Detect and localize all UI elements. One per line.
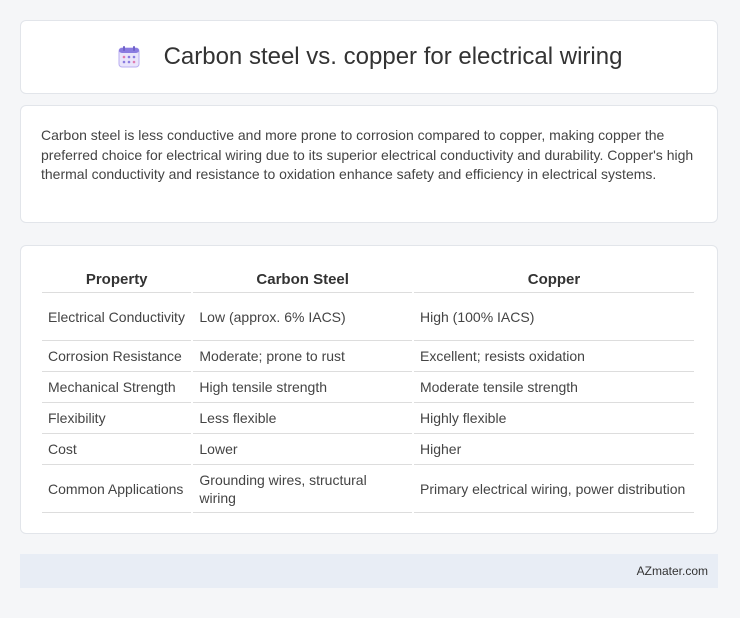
header-property: Property bbox=[42, 264, 192, 293]
comparison-card: Property Carbon Steel Copper Electrical … bbox=[20, 245, 718, 534]
footer-site-link[interactable]: AZmater.com bbox=[637, 564, 708, 578]
table-row: Cost Lower Higher bbox=[42, 434, 694, 465]
header-carbon-steel: Carbon Steel bbox=[193, 264, 412, 293]
cell-carbon-steel: Less flexible bbox=[193, 403, 412, 434]
header-copper: Copper bbox=[413, 264, 694, 293]
cell-property: Flexibility bbox=[42, 403, 192, 434]
calendar-icon bbox=[116, 44, 142, 70]
title-card: Carbon steel vs. copper for electrical w… bbox=[20, 20, 718, 94]
comparison-table: Property Carbon Steel Copper Electrical … bbox=[40, 264, 696, 513]
table-row: Common Applications Grounding wires, str… bbox=[42, 465, 694, 513]
table-row: Corrosion Resistance Moderate; prone to … bbox=[42, 341, 694, 372]
cell-property: Corrosion Resistance bbox=[42, 341, 192, 372]
table-row: Electrical Conductivity Low (approx. 6% … bbox=[42, 293, 694, 341]
summary-card: Carbon steel is less conductive and more… bbox=[20, 105, 718, 223]
table-row: Flexibility Less flexible Highly flexibl… bbox=[42, 403, 694, 434]
table-row: Mechanical Strength High tensile strengt… bbox=[42, 372, 694, 403]
cell-carbon-steel: Grounding wires, structural wiring bbox=[193, 465, 412, 513]
cell-carbon-steel: Lower bbox=[193, 434, 412, 465]
cell-copper: Moderate tensile strength bbox=[413, 372, 694, 403]
table-header-row: Property Carbon Steel Copper bbox=[42, 264, 694, 293]
summary-text: Carbon steel is less conductive and more… bbox=[41, 127, 694, 182]
cell-copper: Excellent; resists oxidation bbox=[413, 341, 694, 372]
cell-copper: Higher bbox=[413, 434, 694, 465]
cell-property: Common Applications bbox=[42, 465, 192, 513]
cell-copper: High (100% IACS) bbox=[413, 293, 694, 341]
page-title: Carbon steel vs. copper for electrical w… bbox=[163, 43, 623, 70]
cell-property: Cost bbox=[42, 434, 192, 465]
cell-property: Mechanical Strength bbox=[42, 372, 192, 403]
footer: AZmater.com bbox=[20, 554, 718, 588]
cell-property: Electrical Conductivity bbox=[42, 293, 192, 341]
cell-carbon-steel: Moderate; prone to rust bbox=[193, 341, 412, 372]
cell-carbon-steel: High tensile strength bbox=[193, 372, 412, 403]
cell-copper: Highly flexible bbox=[413, 403, 694, 434]
cell-copper: Primary electrical wiring, power distrib… bbox=[413, 465, 694, 513]
cell-carbon-steel: Low (approx. 6% IACS) bbox=[193, 293, 412, 341]
